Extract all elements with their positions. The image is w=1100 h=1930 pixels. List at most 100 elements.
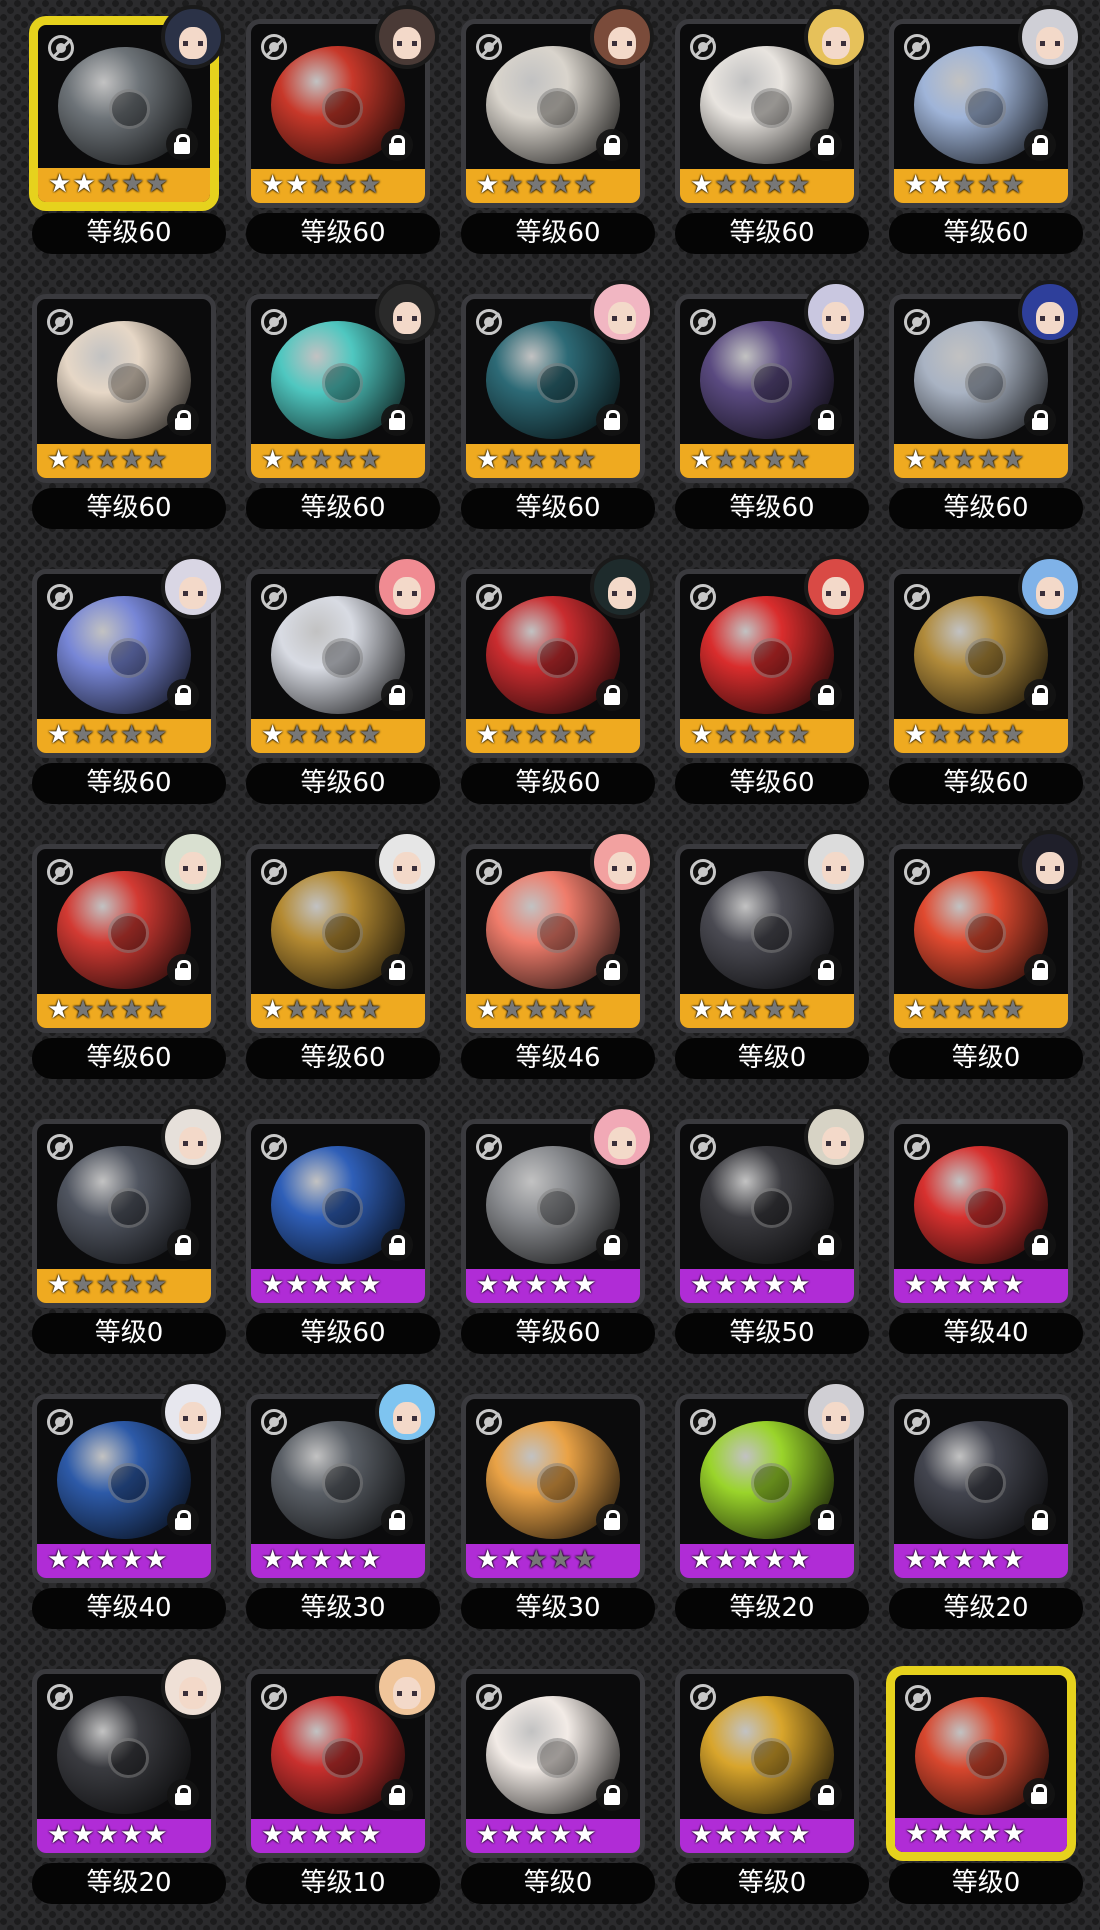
star-rating: ★ ★ ★ ★ ★ bbox=[476, 446, 597, 474]
star-icon: ★ bbox=[904, 1270, 928, 1300]
lock-icon[interactable] bbox=[166, 128, 198, 160]
star-icon: ★ bbox=[714, 1820, 738, 1850]
lock-icon[interactable] bbox=[381, 404, 413, 436]
lock-icon[interactable] bbox=[810, 679, 842, 711]
level-label: 等级40 bbox=[889, 1313, 1083, 1354]
bangboo-cell: ★ ★ ★ ★ ★ 等级30 bbox=[234, 1380, 448, 1655]
lock-icon[interactable] bbox=[810, 129, 842, 161]
star-icon: ★ bbox=[358, 1820, 382, 1850]
lock-icon[interactable] bbox=[381, 679, 413, 711]
star-icon: ★ bbox=[976, 445, 1001, 475]
star-icon: ★ bbox=[71, 1820, 95, 1850]
star-icon: ★ bbox=[71, 1270, 95, 1300]
star-icon: ★ bbox=[285, 170, 309, 200]
star-icon: ★ bbox=[524, 1820, 548, 1850]
bangboo-card[interactable]: ★ ★ ★ ★ ★ bbox=[675, 1669, 859, 1858]
lock-icon[interactable] bbox=[1024, 1229, 1056, 1261]
type-icon bbox=[904, 1409, 930, 1435]
level-label: 等级60 bbox=[32, 1038, 226, 1079]
lock-icon[interactable] bbox=[596, 404, 628, 436]
star-icon: ★ bbox=[309, 720, 333, 750]
type-icon bbox=[476, 1409, 502, 1435]
bangboo-cell: ★ ★ ★ ★ ★ 等级0 bbox=[663, 1655, 877, 1930]
lock-icon[interactable] bbox=[810, 1779, 842, 1811]
lock-icon[interactable] bbox=[1024, 679, 1056, 711]
star-icon: ★ bbox=[95, 1270, 119, 1300]
lock-icon[interactable] bbox=[167, 1504, 199, 1536]
bangboo-cell: ★ ★ ★ ★ ★ 等级60 bbox=[449, 555, 663, 830]
star-icon: ★ bbox=[953, 1819, 977, 1849]
star-icon: ★ bbox=[476, 1270, 500, 1300]
lock-icon[interactable] bbox=[167, 404, 199, 436]
level-label: 等级60 bbox=[32, 763, 226, 804]
star-icon: ★ bbox=[928, 1545, 952, 1575]
type-icon bbox=[261, 1134, 287, 1160]
bangboo-card[interactable]: ★ ★ ★ ★ ★ bbox=[889, 1119, 1073, 1308]
bangboo-card[interactable]: ★ ★ ★ ★ ★ bbox=[246, 1119, 430, 1308]
star-icon: ★ bbox=[928, 445, 952, 475]
type-icon bbox=[690, 1409, 716, 1435]
star-icon: ★ bbox=[500, 1270, 524, 1300]
star-icon: ★ bbox=[952, 995, 976, 1025]
star-rating: ★ ★ ★ ★ ★ bbox=[261, 1546, 382, 1574]
bangboo-cell: ★ ★ ★ ★ ★ 等级0 bbox=[20, 1105, 234, 1380]
star-bar: ★ ★ ★ ★ ★ bbox=[37, 1269, 211, 1303]
lock-icon[interactable] bbox=[381, 1779, 413, 1811]
star-rating: ★ ★ ★ ★ ★ bbox=[476, 721, 597, 749]
star-icon: ★ bbox=[47, 1545, 71, 1575]
type-icon bbox=[261, 1684, 287, 1710]
bangboo-cell: ★ ★ ★ ★ ★ 等级60 bbox=[877, 555, 1091, 830]
bangboo-card[interactable]: ★ ★ ★ ★ ★ bbox=[889, 1669, 1073, 1858]
lock-icon[interactable] bbox=[1024, 404, 1056, 436]
level-label: 等级60 bbox=[461, 213, 655, 254]
star-icon: ★ bbox=[144, 1545, 168, 1575]
agent-avatar bbox=[375, 830, 439, 894]
lock-icon[interactable] bbox=[810, 954, 842, 986]
bangboo-card[interactable]: ★ ★ ★ ★ ★ bbox=[32, 294, 216, 483]
star-bar: ★ ★ ★ ★ ★ bbox=[466, 1269, 640, 1303]
star-icon: ★ bbox=[738, 720, 762, 750]
lock-icon[interactable] bbox=[1023, 1778, 1055, 1810]
bangboo-cell: ★ ★ ★ ★ ★ 等级60 bbox=[449, 5, 663, 280]
lock-icon[interactable] bbox=[381, 129, 413, 161]
lock-icon[interactable] bbox=[596, 679, 628, 711]
lock-icon[interactable] bbox=[596, 129, 628, 161]
lock-icon[interactable] bbox=[1024, 954, 1056, 986]
star-bar: ★ ★ ★ ★ ★ bbox=[37, 994, 211, 1028]
bangboo-cell: ★ ★ ★ ★ ★ 等级0 bbox=[877, 830, 1091, 1105]
lock-icon[interactable] bbox=[167, 679, 199, 711]
level-label: 等级60 bbox=[889, 763, 1083, 804]
star-icon: ★ bbox=[358, 995, 382, 1025]
bangboo-card[interactable]: ★ ★ ★ ★ ★ bbox=[889, 1394, 1073, 1583]
lock-icon[interactable] bbox=[810, 1229, 842, 1261]
lock-icon[interactable] bbox=[596, 1229, 628, 1261]
star-icon: ★ bbox=[762, 1270, 787, 1300]
lock-icon[interactable] bbox=[167, 1229, 199, 1261]
star-bar: ★ ★ ★ ★ ★ bbox=[894, 1544, 1068, 1578]
star-icon: ★ bbox=[573, 720, 597, 750]
lock-icon[interactable] bbox=[381, 1229, 413, 1261]
lock-icon[interactable] bbox=[810, 1504, 842, 1536]
lock-icon[interactable] bbox=[596, 954, 628, 986]
lock-icon[interactable] bbox=[596, 1504, 628, 1536]
star-bar: ★ ★ ★ ★ ★ bbox=[251, 1269, 425, 1303]
bangboo-card[interactable]: ★ ★ ★ ★ ★ bbox=[461, 1669, 645, 1858]
lock-icon[interactable] bbox=[810, 404, 842, 436]
star-icon: ★ bbox=[690, 1820, 714, 1850]
lock-icon[interactable] bbox=[167, 1779, 199, 1811]
level-label: 等级0 bbox=[889, 1038, 1083, 1079]
star-bar: ★ ★ ★ ★ ★ bbox=[895, 1818, 1067, 1852]
bangboo-cell: ★ ★ ★ ★ ★ 等级0 bbox=[663, 830, 877, 1105]
star-bar: ★ ★ ★ ★ ★ bbox=[894, 169, 1068, 203]
lock-icon[interactable] bbox=[1024, 129, 1056, 161]
type-icon bbox=[905, 1685, 931, 1711]
bangboo-card[interactable]: ★ ★ ★ ★ ★ bbox=[461, 1394, 645, 1583]
star-icon: ★ bbox=[952, 1270, 976, 1300]
lock-icon[interactable] bbox=[381, 1504, 413, 1536]
star-icon: ★ bbox=[119, 995, 144, 1025]
lock-icon[interactable] bbox=[1024, 1504, 1056, 1536]
lock-icon[interactable] bbox=[167, 954, 199, 986]
agent-avatar bbox=[1018, 5, 1082, 69]
lock-icon[interactable] bbox=[596, 1779, 628, 1811]
lock-icon[interactable] bbox=[381, 954, 413, 986]
